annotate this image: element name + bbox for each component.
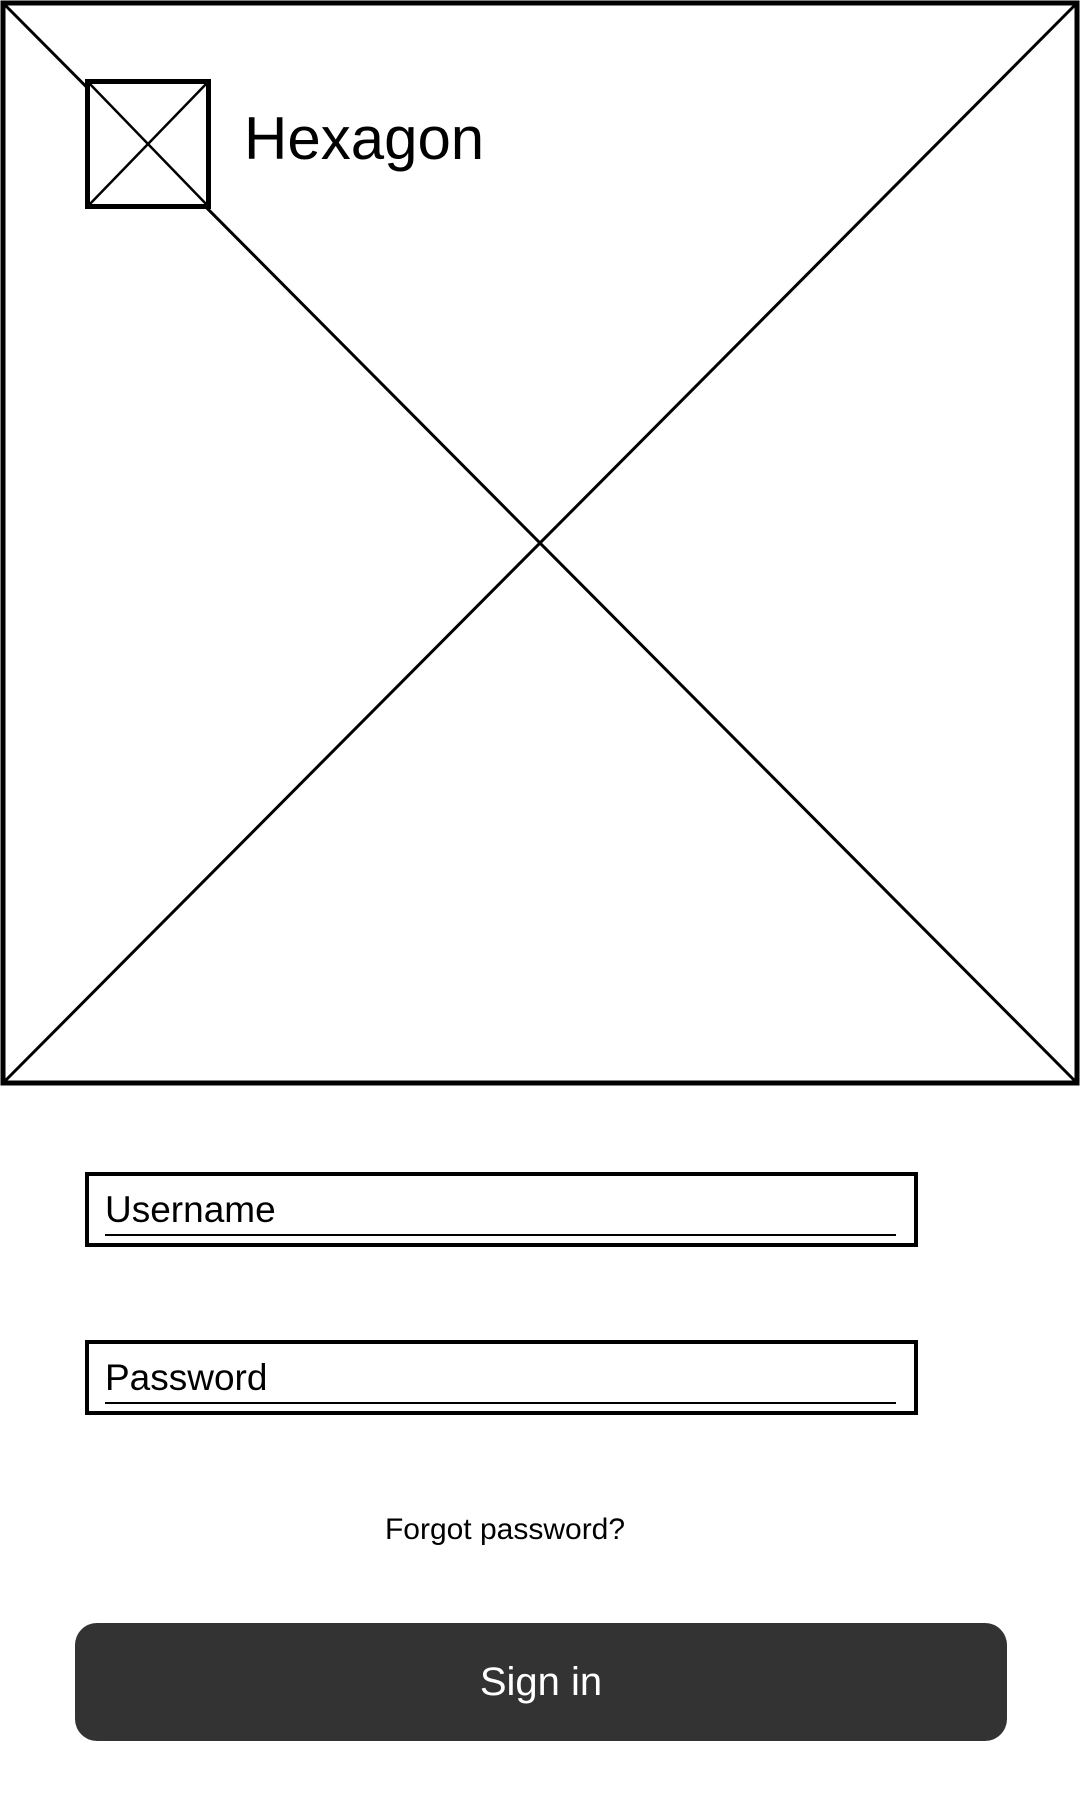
sign-in-button[interactable]: Sign in [75,1623,1007,1741]
hero-image-placeholder: Hexagon [0,0,1080,1087]
app-title: Hexagon [244,105,485,172]
forgot-password-link[interactable]: Forgot password? [0,1510,1010,1550]
logo [85,79,211,209]
password-field[interactable] [85,1340,918,1415]
password-input[interactable] [105,1354,896,1404]
logo-placeholder-icon [85,79,211,209]
username-input[interactable] [105,1186,896,1236]
username-field[interactable] [85,1172,918,1247]
